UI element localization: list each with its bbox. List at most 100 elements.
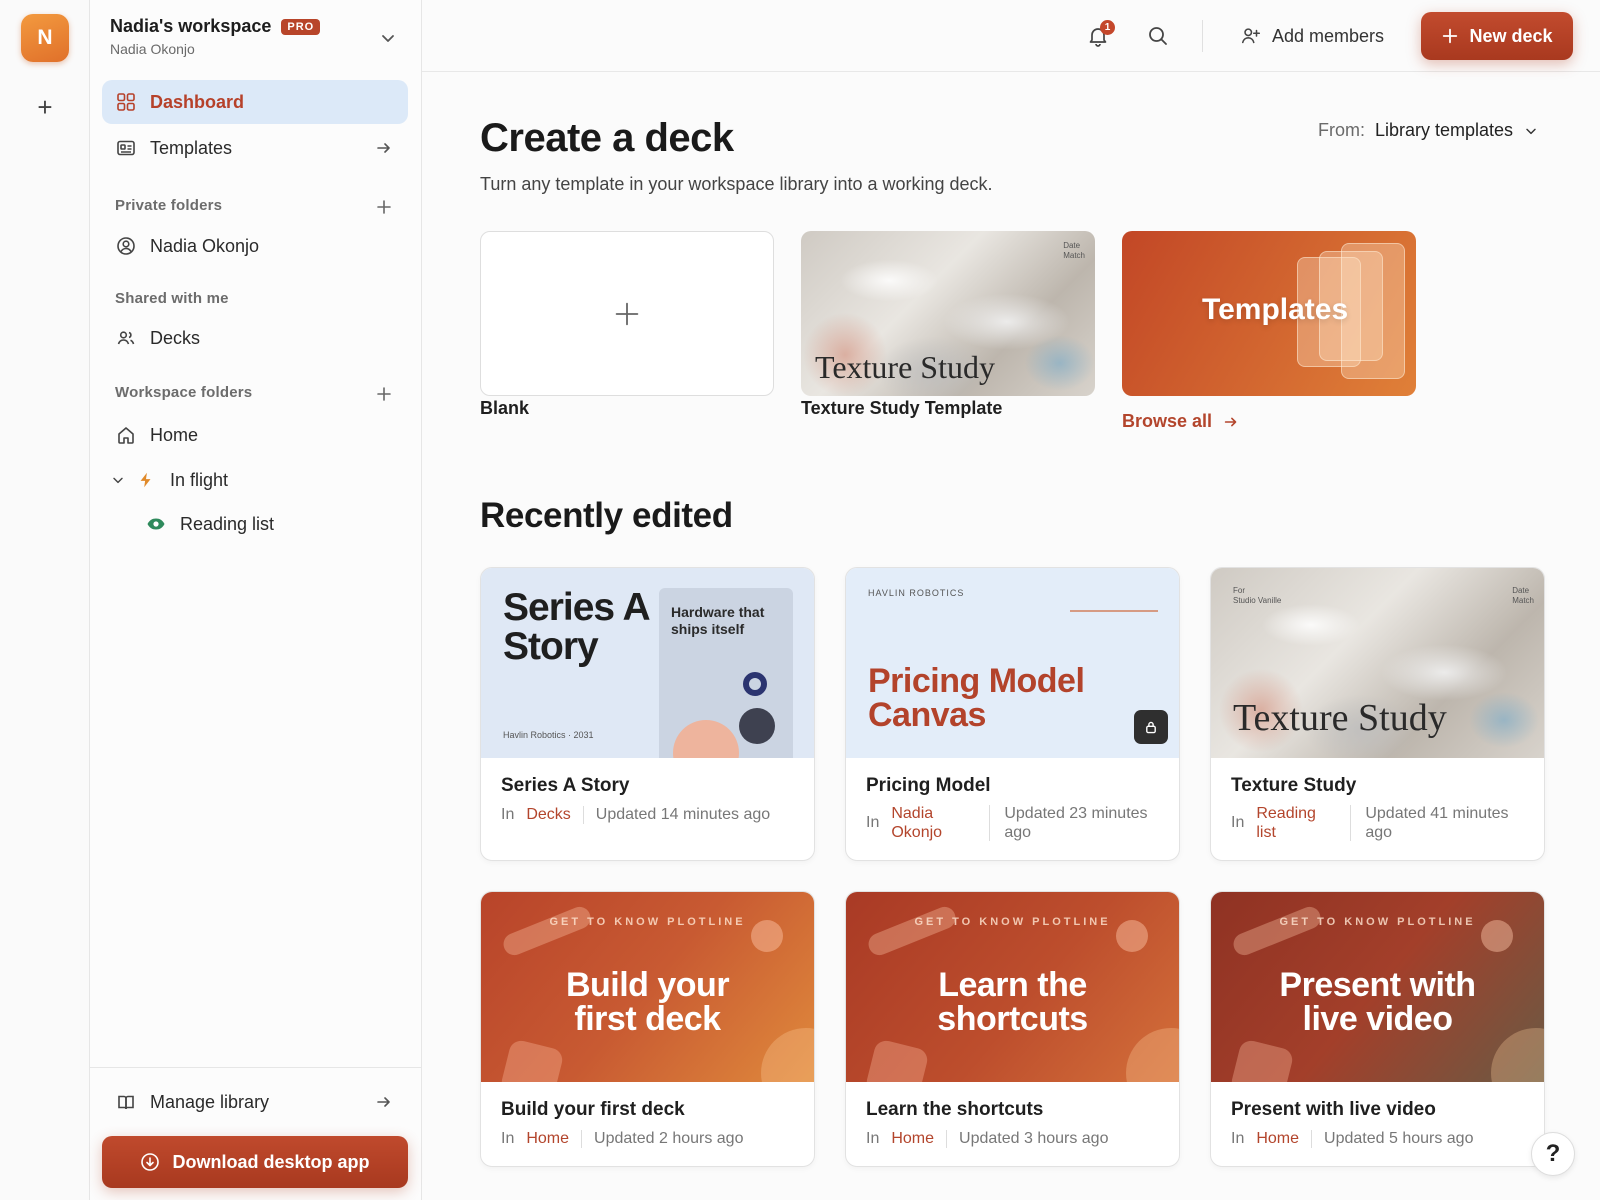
thumb-corner-right: Date Match [1512, 586, 1534, 605]
chevron-down-icon [1526, 128, 1536, 134]
plus-icon [615, 302, 639, 325]
workspace-name: Nadia's workspace [110, 16, 272, 36]
help-button[interactable]: ? [1531, 1132, 1575, 1176]
blank-template-card[interactable] [480, 231, 774, 396]
deck-title: Series A Story [501, 775, 630, 796]
deck-meta: In Home Updated 5 hours ago [1231, 1130, 1473, 1148]
sidebar-item-label: Decks [150, 327, 201, 348]
thumb-shape [865, 903, 959, 959]
deck-location-link[interactable]: Decks [526, 806, 570, 824]
deck-card[interactable]: Series A Story Hardware that ships itsel… [480, 567, 815, 861]
deck-location-link[interactable]: Home [1256, 1130, 1299, 1148]
from-value: Library templates [1375, 120, 1514, 140]
deck-meta: In Reading list Updated 41 minutes ago [1231, 804, 1523, 842]
in-label: In [501, 806, 515, 823]
add-workspace-button[interactable]: + [30, 92, 60, 122]
lock-icon [1134, 710, 1168, 744]
thumb-title: Series A Story [503, 586, 649, 668]
lightning-icon [136, 470, 156, 490]
sidebar-item-label: Nadia Okonjo [150, 235, 260, 256]
thumb-title: Learn the shortcuts [937, 966, 1088, 1038]
stacked-card-shape [1341, 243, 1405, 379]
manage-library-label: Manage library [150, 1091, 270, 1112]
deck-title: Learn the shortcuts [866, 1099, 1044, 1120]
arrow-right-icon[interactable] [374, 138, 394, 158]
deck-updated: Updated 3 hours ago [959, 1130, 1109, 1147]
add-members-button[interactable]: Add members [1240, 20, 1384, 52]
arrow-right-icon[interactable] [374, 1092, 394, 1112]
meta-divider [581, 1130, 583, 1148]
thumb-shape [1126, 1028, 1179, 1082]
thumb-shape [1229, 1038, 1295, 1082]
deck-location-link[interactable]: Reading list [1256, 804, 1320, 842]
blank-template-caption: Blank [480, 398, 530, 418]
thumb-eyebrow: GET TO KNOW PLOTLINE [1279, 916, 1476, 928]
texture-study-template-card[interactable]: Date Match Texture Study [801, 231, 1095, 396]
deck-card[interactable]: GET TO KNOW PLOTLINE Build your first de… [480, 891, 815, 1167]
workspace-switcher[interactable]: Nadia's workspace PRO Nadia Okonjo [110, 16, 410, 60]
deck-location-link[interactable]: Nadia Okonjo [891, 804, 951, 842]
plus-icon[interactable] [374, 197, 394, 217]
thumb-corner-left: For Studio Vanille [1233, 586, 1282, 605]
template-source-select[interactable]: From: Library templates [1318, 120, 1539, 141]
section-shared-with-me: Shared with me [115, 290, 229, 307]
browse-all-label: Browse all [1122, 411, 1213, 431]
deck-title: Pricing Model [866, 775, 991, 796]
deck-meta: In Nadia Okonjo Updated 23 minutes ago [866, 804, 1162, 842]
in-label: In [866, 1130, 880, 1147]
deck-meta: In Home Updated 3 hours ago [866, 1130, 1108, 1148]
deck-title: Texture Study [1231, 775, 1357, 796]
sidebar-item-decks[interactable]: Decks [102, 316, 408, 360]
templates-gallery-card[interactable]: Templates [1122, 231, 1416, 396]
sidebar-item-in-flight[interactable]: In flight [102, 458, 408, 502]
deck-thumbnail: HAVLIN ROBOTICS Pricing Model Canvas [846, 568, 1179, 758]
thumb-shape [761, 1028, 814, 1082]
download-desktop-app-button[interactable]: Download desktop app [102, 1136, 408, 1188]
chevron-down-icon[interactable] [108, 470, 128, 490]
texture-thumb-title: Texture Study [815, 349, 995, 385]
sidebar-item-label: Dashboard [150, 91, 245, 112]
plus-icon[interactable] [374, 384, 394, 404]
deck-card[interactable]: GET TO KNOW PLOTLINE Learn the shortcuts… [845, 891, 1180, 1167]
thumb-shape [500, 903, 594, 959]
deck-card[interactable]: HAVLIN ROBOTICS Pricing Model Canvas Pri… [845, 567, 1180, 861]
section-private-folders: Private folders [115, 197, 223, 214]
deck-thumbnail: GET TO KNOW PLOTLINE Build your first de… [481, 892, 814, 1082]
meta-divider [582, 806, 584, 824]
new-deck-label: New deck [1469, 25, 1553, 46]
thumb-title: Pricing Model Canvas [868, 662, 1085, 734]
deck-card[interactable]: For Studio Vanille Date Match Texture St… [1210, 567, 1545, 861]
book-icon [116, 1092, 136, 1112]
user-plus-icon [1241, 28, 1261, 44]
new-deck-button[interactable]: New deck [1421, 12, 1573, 60]
thumb-rule [1070, 610, 1158, 612]
workspace-avatar[interactable]: N [21, 14, 69, 62]
deck-card[interactable]: GET TO KNOW PLOTLINE Present with live v… [1210, 891, 1545, 1167]
meta-divider [1311, 1130, 1313, 1148]
thumb-shape [1230, 903, 1324, 959]
section-workspace-folders: Workspace folders [115, 384, 253, 401]
grid-icon [116, 92, 136, 112]
deck-thumbnail: GET TO KNOW PLOTLINE Present with live v… [1211, 892, 1544, 1082]
thumb-shape [864, 1038, 930, 1082]
sidebar-item-nadia-okonjo[interactable]: Nadia Okonjo [102, 224, 408, 268]
deck-location-link[interactable]: Home [891, 1130, 934, 1148]
deck-thumbnail: Series A Story Hardware that ships itsel… [481, 568, 814, 758]
sidebar-item-reading-list[interactable]: Reading list [102, 502, 408, 546]
browse-all-link[interactable]: Browse all [1122, 411, 1240, 432]
meta-divider [989, 805, 991, 842]
deck-location-link[interactable]: Home [526, 1130, 569, 1148]
in-label: In [501, 1130, 515, 1147]
sidebar-item-label: In flight [170, 469, 229, 490]
manage-library-link[interactable]: Manage library [102, 1080, 408, 1124]
deck-title: Build your first deck [501, 1099, 685, 1120]
sidebar-item-label: Reading list [180, 513, 275, 534]
user-circle-icon [116, 236, 136, 256]
sidebar-item-dashboard[interactable]: Dashboard [102, 80, 408, 124]
sidebar-item-home[interactable]: Home [102, 413, 408, 457]
templates-card-label: Templates [1202, 293, 1349, 326]
chevron-down-icon[interactable] [378, 28, 398, 48]
sidebar-item-templates[interactable]: Templates [102, 126, 408, 170]
sidebar-item-label: Templates [150, 137, 233, 158]
search-icon[interactable] [1146, 24, 1170, 48]
